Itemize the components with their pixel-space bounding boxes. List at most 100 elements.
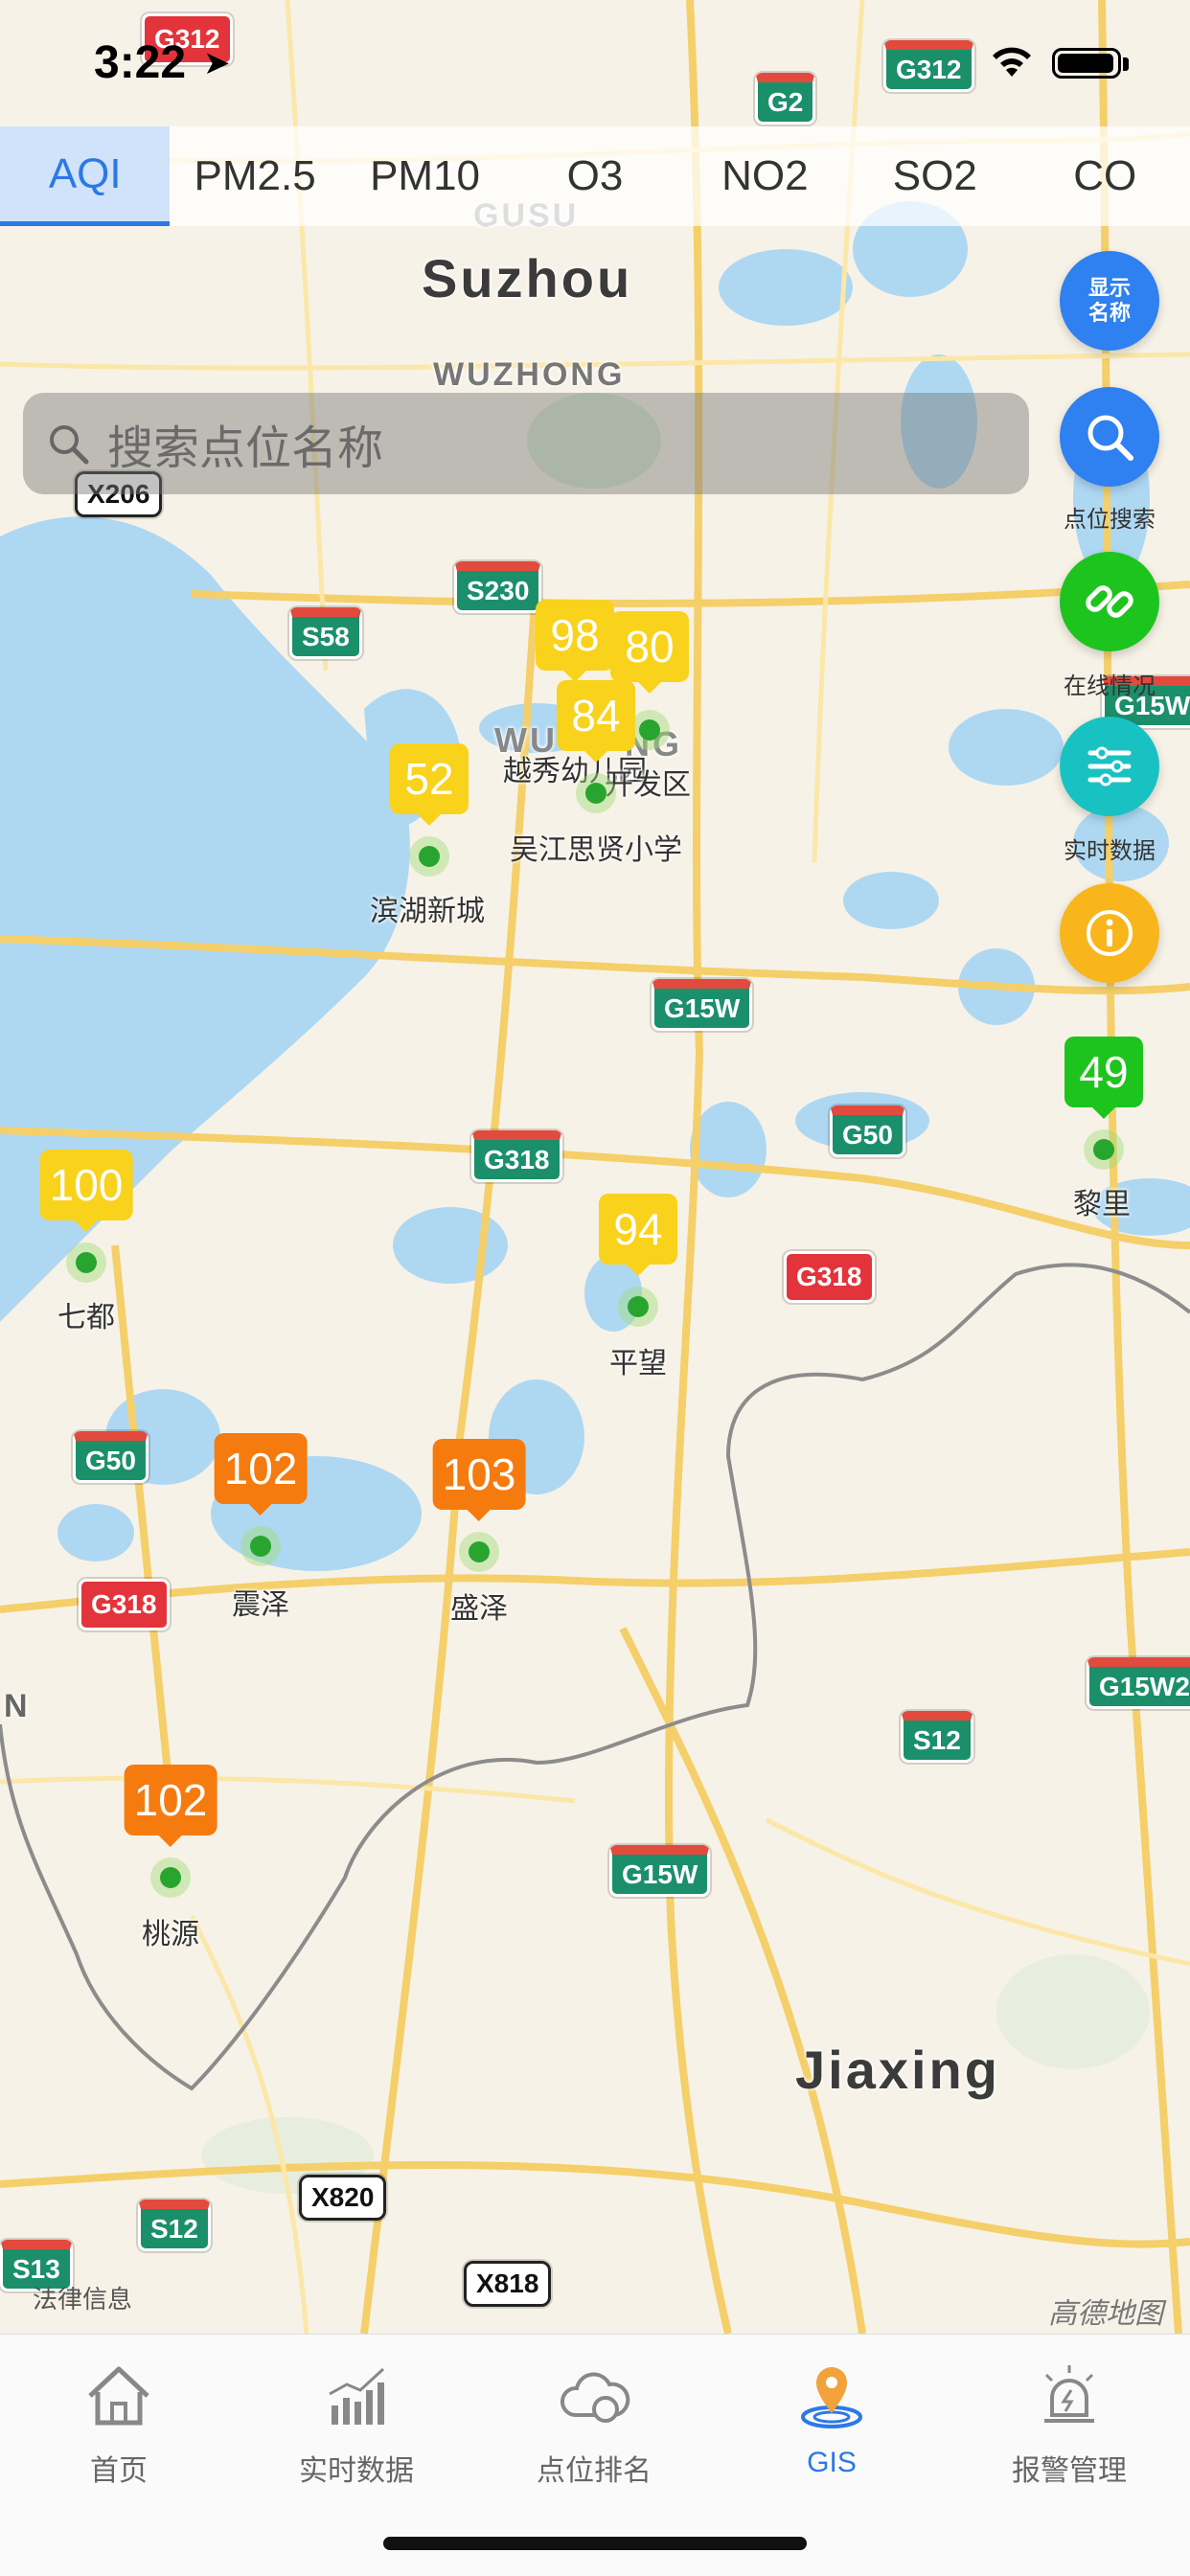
link-icon — [1086, 585, 1133, 618]
point-search-button[interactable] — [1060, 387, 1159, 487]
road-g50: G50 — [73, 1431, 149, 1483]
search-icon — [50, 425, 89, 465]
road-g318: G318 — [79, 1579, 170, 1630]
aqi-marker[interactable]: 98 — [536, 600, 614, 682]
online-status-button[interactable] — [1060, 552, 1159, 651]
aqi-value: 52 — [390, 743, 469, 826]
place-pingwang: 平望 — [609, 1348, 667, 1379]
nav-gis[interactable]: GIS — [713, 2358, 950, 2479]
pollutant-tabs: AQI PM2.5 PM10 O3 NO2 SO2 CO — [0, 126, 1190, 226]
search-placeholder: 搜索点位名称 — [107, 423, 384, 474]
road-x820: X820 — [299, 2175, 387, 2221]
aqi-marker[interactable]: 102 — [214, 1433, 308, 1516]
nav-home[interactable]: 首页 — [0, 2358, 238, 2489]
tab-o3[interactable]: O3 — [510, 126, 679, 226]
place-qidu: 七都 — [57, 1302, 115, 1334]
cloud-rank-icon — [560, 2372, 630, 2423]
aqi-marker[interactable]: 80 — [610, 611, 689, 694]
legal-info-link[interactable]: 法律信息 — [33, 2280, 132, 2315]
home-indicator — [383, 2537, 807, 2550]
realtime-data-caption: 实时数据 — [1064, 838, 1156, 864]
tab-no2[interactable]: NO2 — [680, 126, 850, 226]
show-name-line1: 显示 — [1087, 276, 1131, 300]
station-dot[interactable] — [1093, 1139, 1114, 1160]
road-x818: X818 — [464, 2261, 552, 2307]
aqi-value: 49 — [1064, 1037, 1143, 1119]
status-bar: 3:22 ➤ — [0, 0, 1190, 125]
map-view[interactable]: Suzhou GUSU WUZHONG Jiaxing WU NG N G312… — [0, 0, 1190, 2334]
nav-alarm-label: 报警管理 — [1012, 2455, 1127, 2487]
station-dot[interactable] — [160, 1867, 181, 1888]
aqi-value: 80 — [610, 611, 689, 694]
online-status-caption: 在线情况 — [1064, 673, 1156, 699]
show-name-line2: 名称 — [1087, 301, 1131, 325]
aqi-marker[interactable]: 102 — [124, 1765, 217, 1847]
battery-tip — [1123, 57, 1129, 71]
district-wuzhong: WUZHONG — [433, 356, 626, 393]
list-icon — [1087, 746, 1132, 786]
road-s12: S12 — [901, 1711, 973, 1763]
aqi-value: 100 — [39, 1150, 133, 1232]
battery-icon — [1052, 48, 1121, 79]
road-g318: G318 — [784, 1251, 875, 1303]
aqi-value: 102 — [214, 1433, 308, 1516]
road-s12: S12 — [138, 2200, 211, 2251]
nav-realtime[interactable]: 实时数据 — [238, 2358, 475, 2489]
place-kaifa: 开发区 — [605, 769, 691, 801]
map-pin-icon — [801, 2367, 862, 2428]
status-time: 3:22 — [94, 37, 187, 88]
home-icon — [88, 2366, 149, 2426]
map-base — [0, 0, 1190, 2334]
station-dot[interactable] — [628, 1296, 649, 1317]
place-zhenze: 震泽 — [232, 1589, 289, 1621]
road-g15w: G15W — [652, 979, 753, 1031]
nav-rank-label: 点位排名 — [537, 2455, 652, 2487]
nav-home-label: 首页 — [90, 2455, 148, 2487]
aqi-marker[interactable]: 49 — [1064, 1037, 1143, 1119]
aqi-value: 94 — [599, 1194, 677, 1276]
station-dot[interactable] — [76, 1252, 97, 1273]
road-g15w: G15W — [609, 1845, 711, 1897]
aqi-marker[interactable]: 100 — [39, 1150, 133, 1232]
tab-co[interactable]: CO — [1020, 126, 1190, 226]
aqi-value: 98 — [536, 600, 614, 682]
point-search-caption: 点位搜索 — [1064, 507, 1156, 533]
info-icon — [1087, 910, 1133, 956]
aqi-value: 102 — [124, 1765, 217, 1847]
nav-gis-label: GIS — [807, 2447, 857, 2478]
station-dot[interactable] — [639, 719, 660, 741]
place-sixian: 吴江思贤小学 — [510, 834, 682, 866]
aqi-value: 84 — [557, 680, 635, 763]
alarm-icon — [1044, 2365, 1094, 2423]
show-name-button[interactable]: 显示 名称 — [1060, 251, 1159, 351]
tab-so2[interactable]: SO2 — [850, 126, 1019, 226]
station-dot[interactable] — [585, 783, 606, 804]
magnifier-icon — [1087, 415, 1133, 461]
road-s230: S230 — [454, 561, 542, 613]
road-g318: G318 — [471, 1130, 562, 1182]
nav-rank[interactable]: 点位排名 — [475, 2358, 713, 2489]
aqi-marker[interactable]: 84 — [557, 680, 635, 763]
tab-pm25[interactable]: PM2.5 — [170, 126, 339, 226]
aqi-marker[interactable]: 94 — [599, 1194, 677, 1276]
tab-aqi[interactable]: AQI — [0, 126, 171, 226]
place-lili: 黎里 — [1073, 1189, 1131, 1220]
station-dot[interactable] — [469, 1541, 490, 1562]
road-g50: G50 — [830, 1106, 905, 1157]
aqi-marker[interactable]: 103 — [432, 1439, 526, 1521]
place-taoyuan: 桃源 — [142, 1919, 199, 1950]
search-bar[interactable]: 搜索点位名称 — [23, 393, 1029, 494]
location-arrow-icon: ➤ — [203, 45, 231, 81]
road-g15w2: G15W2 — [1087, 1657, 1190, 1709]
place-binhu: 滨湖新城 — [370, 896, 485, 927]
station-dot[interactable] — [250, 1536, 271, 1557]
station-dot[interactable] — [419, 846, 440, 867]
nav-alarm[interactable]: 报警管理 — [950, 2358, 1188, 2489]
road-s58: S58 — [289, 607, 362, 659]
info-button[interactable] — [1060, 883, 1159, 983]
aqi-marker[interactable]: 52 — [390, 743, 469, 826]
realtime-data-button[interactable] — [1060, 717, 1159, 816]
city-jiaxing: Jiaxing — [795, 2040, 1000, 2100]
place-shengze: 盛泽 — [450, 1593, 508, 1625]
tab-pm10[interactable]: PM10 — [340, 126, 510, 226]
